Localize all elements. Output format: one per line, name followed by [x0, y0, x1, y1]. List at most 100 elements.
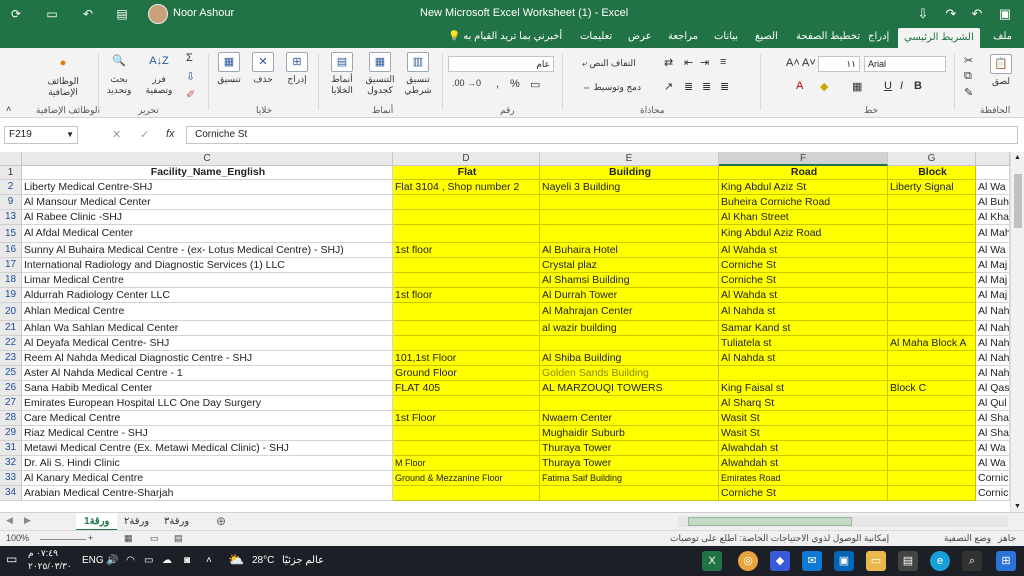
table-cell[interactable]: Al Nah: [976, 303, 1010, 321]
select-all-corner[interactable]: [0, 152, 22, 166]
table-cell[interactable]: Corniche St: [719, 258, 888, 273]
table-cell[interactable]: FLAT 405: [393, 381, 540, 396]
cell-styles-button[interactable]: ▤ أنماط الخلايا: [324, 52, 360, 96]
sheet-tab-2[interactable]: ورقة٢: [116, 513, 157, 531]
column-header-g[interactable]: G: [888, 152, 976, 166]
table-cell[interactable]: Ground Floor: [393, 366, 540, 381]
row-header[interactable]: 17: [0, 258, 22, 273]
sheet-tab-1[interactable]: ورقة1: [76, 513, 118, 531]
comma-icon[interactable]: ,: [496, 78, 499, 90]
sheet-tab-3[interactable]: ورقة٣: [156, 513, 197, 531]
row-header[interactable]: 16: [0, 243, 22, 258]
table-cell[interactable]: Al Qas: [976, 381, 1010, 396]
table-cell[interactable]: Al Durrah Tower: [540, 288, 719, 303]
header-cell[interactable]: Facility_Name_English: [22, 166, 393, 180]
table-cell[interactable]: Mughaidir Suburb: [540, 426, 719, 441]
redo-icon[interactable]: ↷: [940, 4, 962, 24]
table-cell[interactable]: King Abdul Aziz Road: [719, 225, 888, 243]
table-cell[interactable]: [888, 210, 976, 225]
tab-file[interactable]: ملف: [993, 31, 1012, 42]
autosum-icon[interactable]: Σ: [186, 52, 193, 64]
table-cell[interactable]: Corniche St: [719, 273, 888, 288]
table-cell[interactable]: Aster Al Nahda Medical Centre - 1: [22, 366, 393, 381]
column-header-d[interactable]: D: [393, 152, 540, 166]
table-cell[interactable]: [888, 288, 976, 303]
undo-icon[interactable]: ↶: [80, 6, 96, 22]
user-name[interactable]: Noor Ashour: [173, 7, 234, 19]
next-sheet-icon[interactable]: ▶: [24, 515, 31, 526]
header-cell[interactable]: Road: [719, 166, 888, 180]
insert-function-icon[interactable]: fx: [166, 128, 175, 140]
table-cell[interactable]: Care Medical Centre: [22, 411, 393, 426]
tab-help[interactable]: تعليمات: [580, 31, 612, 42]
table-cell[interactable]: Al Maha Block A: [888, 336, 976, 351]
table-cell[interactable]: Dr. Ali S. Hindi Clinic: [22, 456, 393, 471]
row-header[interactable]: 32: [0, 456, 22, 471]
wifi-icon[interactable]: ◠: [126, 555, 135, 566]
start-icon[interactable]: ⊞: [996, 551, 1016, 571]
bold-icon[interactable]: B: [914, 80, 922, 92]
cut-icon[interactable]: ✂: [964, 54, 973, 67]
avatar[interactable]: [148, 4, 168, 24]
table-cell[interactable]: [393, 336, 540, 351]
table-cell[interactable]: Sana Habib Medical Center: [22, 381, 393, 396]
find-select-button[interactable]: 🔍 بحث وتحديد: [104, 52, 134, 96]
table-cell[interactable]: Limar Medical Centre: [22, 273, 393, 288]
table-cell[interactable]: [888, 471, 976, 486]
table-cell[interactable]: Al Sha: [976, 411, 1010, 426]
row-header[interactable]: 29: [0, 426, 22, 441]
table-cell[interactable]: [540, 396, 719, 411]
italic-icon[interactable]: I: [900, 80, 903, 92]
tab-home[interactable]: الشريط الرئيسي: [898, 28, 980, 48]
zoom-level[interactable]: 100%: [6, 533, 29, 543]
table-cell[interactable]: [888, 321, 976, 336]
table-cell[interactable]: Al Shamsi Building: [540, 273, 719, 288]
font-size-select[interactable]: ١١: [818, 56, 860, 72]
tab-insert[interactable]: إدراج: [868, 31, 889, 42]
table-cell[interactable]: Al Qul: [976, 396, 1010, 411]
table-cell[interactable]: Wasit St: [719, 411, 888, 426]
table-cell[interactable]: Alwahdah st: [719, 456, 888, 471]
table-cell[interactable]: Riaz Medical Centre - SHJ: [22, 426, 393, 441]
volume-icon[interactable]: 🔊: [106, 555, 118, 566]
table-cell[interactable]: [719, 366, 888, 381]
table-cell[interactable]: Corniche St: [719, 486, 888, 501]
table-cell[interactable]: Al Mah: [976, 225, 1010, 243]
weather-text[interactable]: عالم جزئيًا: [282, 555, 324, 566]
table-cell[interactable]: 1st Floor: [393, 411, 540, 426]
sync-icon[interactable]: ⟳: [8, 6, 24, 22]
scroll-down-icon[interactable]: ▼: [1014, 503, 1021, 510]
table-cell[interactable]: Sunny Al Buhaira Medical Centre - (ex- L…: [22, 243, 393, 258]
table-cell[interactable]: 1st floor: [393, 288, 540, 303]
row-header[interactable]: 27: [0, 396, 22, 411]
page-layout-view-icon[interactable]: ▭: [150, 533, 159, 544]
table-cell[interactable]: al wazir building: [540, 321, 719, 336]
row-header[interactable]: 20: [0, 303, 22, 321]
font-name-select[interactable]: Arial: [864, 56, 946, 72]
underline-icon[interactable]: U: [884, 80, 892, 92]
paste-button[interactable]: 📋 لصق: [986, 54, 1016, 87]
table-cell[interactable]: [540, 225, 719, 243]
scroll-up-icon[interactable]: ▲: [1014, 154, 1021, 161]
save-icon[interactable]: ▭: [44, 6, 60, 22]
table-cell[interactable]: Al Buhaira Hotel: [540, 243, 719, 258]
row-header[interactable]: 22: [0, 336, 22, 351]
table-cell[interactable]: Nayeli 3 Building: [540, 180, 719, 195]
table-cell[interactable]: [393, 441, 540, 456]
table-cell[interactable]: Al Mansour Medical Center: [22, 195, 393, 210]
collapse-ribbon-icon[interactable]: ˄: [6, 104, 11, 114]
table-cell[interactable]: Nwaem Center: [540, 411, 719, 426]
cancel-icon[interactable]: ✕: [112, 128, 121, 141]
table-cell[interactable]: [888, 441, 976, 456]
table-cell[interactable]: Ahlan Wa Sahlan Medical Center: [22, 321, 393, 336]
fill-icon[interactable]: ⇩: [186, 70, 195, 83]
add-sheet-icon[interactable]: ⊕: [216, 514, 226, 528]
header-cell[interactable]: Block: [888, 166, 976, 180]
tab-data[interactable]: بيانات: [714, 31, 738, 42]
row-header[interactable]: 26: [0, 381, 22, 396]
delete-cells-button[interactable]: ✕ حذف: [248, 52, 278, 85]
table-cell[interactable]: Al Wahda st: [719, 243, 888, 258]
table-cell[interactable]: Al Buh: [976, 195, 1010, 210]
weather-temp[interactable]: 28°C: [252, 555, 274, 566]
customize-icon[interactable]: ▤: [114, 6, 130, 22]
